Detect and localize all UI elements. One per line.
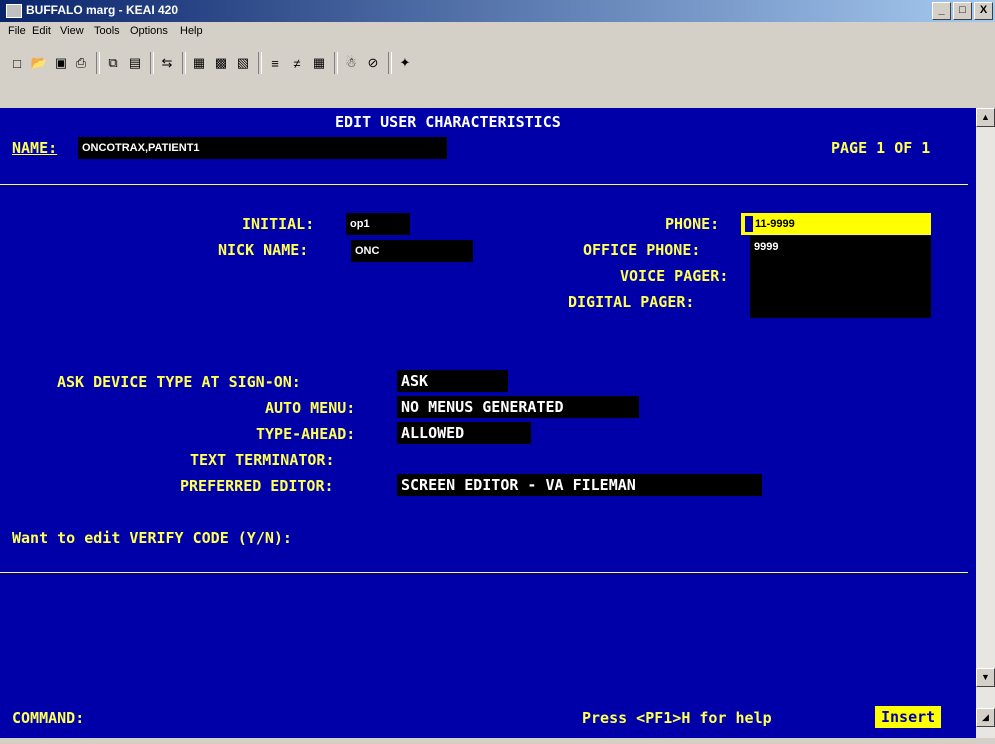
command-label: COMMAND: xyxy=(12,709,85,727)
menu-edit[interactable]: Edit xyxy=(32,25,51,37)
preferred-editor-field[interactable]: SCREEN EDITOR - VA FILEMAN xyxy=(397,474,762,496)
screen-title: EDIT USER CHARACTERISTICS xyxy=(335,113,561,131)
name-label: NAME: xyxy=(12,139,58,157)
window-title: BUFFALO marg - KEAI 420 xyxy=(26,3,179,17)
menu-options[interactable]: Options xyxy=(130,25,168,37)
screen3-icon[interactable]: ▧ xyxy=(234,54,252,72)
text-terminator-label: TEXT TERMINATOR: xyxy=(190,451,335,469)
nick-name-label: NICK NAME: xyxy=(218,241,309,259)
maximize-button[interactable]: □ xyxy=(953,2,972,20)
filter2-icon[interactable]: ≠ xyxy=(288,54,306,72)
menu-help[interactable]: Help xyxy=(180,25,203,37)
digital-pager-label: DIGITAL PAGER: xyxy=(568,293,695,311)
grid-icon[interactable]: ▦ xyxy=(310,54,328,72)
menu-file[interactable]: File xyxy=(8,25,26,37)
office-phone-label: OFFICE PHONE: xyxy=(583,241,701,259)
nick-name-field[interactable]: ONC xyxy=(351,240,473,262)
vertical-scrollbar[interactable]: ▲ ▼ ◢ xyxy=(976,108,995,738)
scroll-up-icon[interactable]: ▲ xyxy=(976,108,995,127)
stop-icon[interactable]: ⊘ xyxy=(364,54,382,72)
auto-menu-label: AUTO MENU: xyxy=(265,399,356,417)
type-ahead-field[interactable]: ALLOWED xyxy=(397,422,531,444)
status-strip xyxy=(0,738,995,744)
macro-icon[interactable]: ☃ xyxy=(342,54,360,72)
preferred-editor-label: PREFERRED EDITOR: xyxy=(180,477,334,495)
voice-pager-field[interactable] xyxy=(750,258,931,280)
office-phone-field[interactable]: 9999 xyxy=(750,236,931,258)
ask-device-field[interactable]: ASK xyxy=(397,370,508,392)
send-icon[interactable]: ⇆ xyxy=(158,54,176,72)
screen-icon[interactable]: ▦ xyxy=(190,54,208,72)
menu-view[interactable]: View xyxy=(60,25,84,37)
menu-tools[interactable]: Tools xyxy=(94,25,120,37)
type-ahead-label: TYPE-AHEAD: xyxy=(256,425,356,443)
minimize-button[interactable]: _ xyxy=(932,2,951,20)
digital-pager-field[interactable] xyxy=(750,280,931,318)
initial-field[interactable]: op1 xyxy=(346,213,410,235)
initial-label: INITIAL: xyxy=(242,215,315,233)
phone-label: PHONE: xyxy=(665,215,720,233)
help-hint: Press <PF1>H for help xyxy=(582,709,772,727)
page-indicator: PAGE 1 OF 1 xyxy=(831,139,931,157)
open-icon[interactable]: 📂 xyxy=(30,54,48,72)
new-icon[interactable]: □ xyxy=(8,54,26,72)
menu-bar: File Edit View Tools Options Help xyxy=(0,22,995,42)
app-icon xyxy=(6,4,22,18)
filter-icon[interactable]: ≡ xyxy=(266,54,284,72)
ask-device-label: ASK DEVICE TYPE AT SIGN-ON: xyxy=(57,373,301,391)
auto-menu-field[interactable]: NO MENUS GENERATED xyxy=(397,396,639,418)
copy-icon[interactable]: ⧉ xyxy=(104,54,122,72)
text-cursor xyxy=(745,216,753,233)
verify-code-prompt: Want to edit VERIFY CODE (Y/N): xyxy=(12,529,292,547)
terminal-screen[interactable]: EDIT USER CHARACTERISTICS NAME: ONCOTRAX… xyxy=(0,108,976,738)
name-field[interactable]: ONCOTRAX,PATIENT1 xyxy=(78,137,447,159)
top-divider xyxy=(0,184,968,185)
gear-icon[interactable]: ✦ xyxy=(396,54,414,72)
window-titlebar[interactable]: BUFFALO marg - KEAI 420 _ □ X xyxy=(0,0,995,22)
save-icon[interactable]: ▣ xyxy=(52,54,70,72)
scroll-down-icon[interactable]: ▼ xyxy=(976,668,995,687)
close-button[interactable]: X xyxy=(974,2,993,20)
bottom-divider xyxy=(0,572,968,573)
voice-pager-label: VOICE PAGER: xyxy=(620,267,729,285)
toolbar: □ 📂 ▣ ⎙ ⧉ ▤ ⇆ ▦ ▩ ▧ ≡ ≠ ▦ ☃ ⊘ ✦ xyxy=(0,42,995,90)
insert-mode-indicator: Insert xyxy=(875,706,942,728)
screen2-icon[interactable]: ▩ xyxy=(212,54,230,72)
phone-field[interactable]: 11-9999 xyxy=(741,213,931,235)
print-icon[interactable]: ⎙ xyxy=(72,54,90,72)
resize-grip-icon[interactable]: ◢ xyxy=(976,708,995,727)
paste-icon[interactable]: ▤ xyxy=(126,54,144,72)
phone-value: 11-9999 xyxy=(755,218,795,230)
